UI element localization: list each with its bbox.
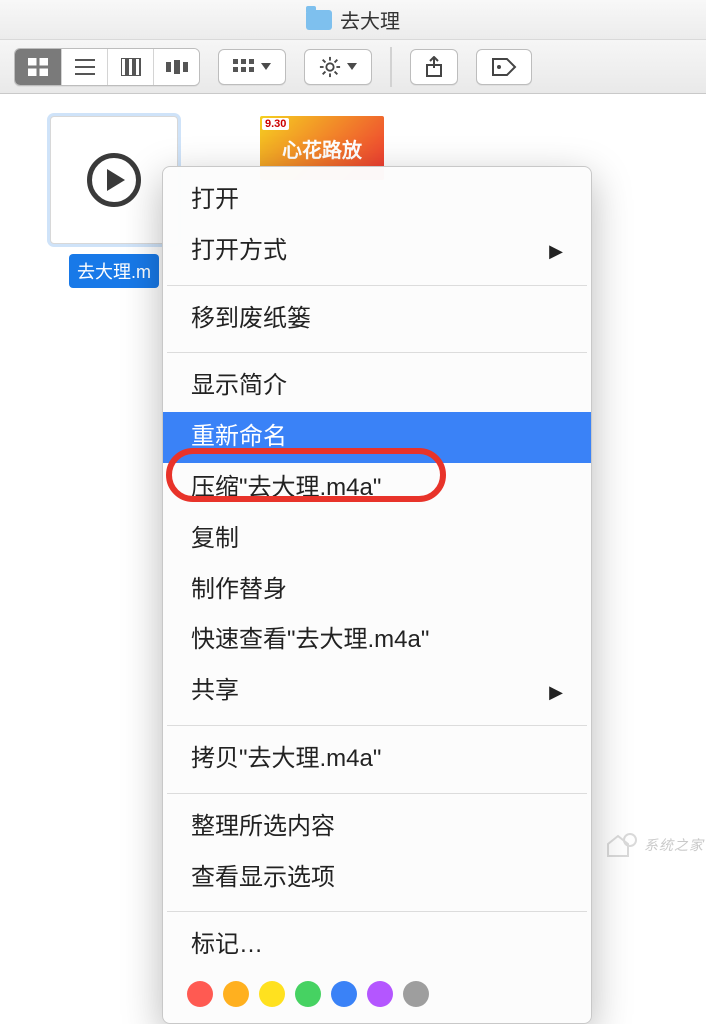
- watermark: 系统之家: [604, 830, 704, 860]
- toolbar-separator: [390, 47, 392, 87]
- menu-open-with[interactable]: 打开方式▶: [163, 226, 591, 277]
- file-thumbnail: [50, 116, 178, 244]
- window-title: 去大理: [340, 5, 400, 34]
- menu-duplicate[interactable]: 复制: [163, 514, 591, 565]
- menu-make-alias[interactable]: 制作替身: [163, 565, 591, 616]
- menu-tags[interactable]: 标记…: [163, 920, 591, 971]
- tags-button[interactable]: [476, 49, 532, 85]
- gear-icon: [319, 56, 341, 78]
- coverflow-view-button[interactable]: [153, 49, 199, 85]
- folder-icon: [306, 10, 332, 30]
- menu-divider: [167, 352, 587, 353]
- tag-dot-gray[interactable]: [403, 981, 429, 1007]
- file-name-label[interactable]: 去大理.m: [69, 254, 159, 288]
- tag-dot-yellow[interactable]: [259, 981, 285, 1007]
- menu-clean-up[interactable]: 整理所选内容: [163, 802, 591, 853]
- context-menu: 打开 打开方式▶ 移到废纸篓 显示简介 重新命名 压缩"去大理.m4a" 复制 …: [162, 166, 592, 1024]
- menu-open[interactable]: 打开: [163, 175, 591, 226]
- window-titlebar: 去大理: [0, 0, 706, 40]
- menu-divider: [167, 793, 587, 794]
- tag-color-row: [163, 971, 591, 1009]
- view-switcher: [14, 48, 200, 86]
- file-browser-content[interactable]: 去大理.m 9.30 心花路放 打开 打开方式▶ 移到废纸篓 显示简介 重新命名…: [0, 94, 706, 862]
- share-icon: [425, 56, 443, 78]
- menu-quick-look[interactable]: 快速查看"去大理.m4a": [163, 615, 591, 666]
- menu-divider: [167, 725, 587, 726]
- chevron-down-icon: [347, 63, 357, 70]
- chevron-down-icon: [261, 63, 271, 70]
- tag-dot-red[interactable]: [187, 981, 213, 1007]
- menu-view-options[interactable]: 查看显示选项: [163, 853, 591, 904]
- poster-badge: 9.30: [262, 118, 289, 130]
- column-view-button[interactable]: [107, 49, 153, 85]
- file-item-selected[interactable]: 去大理.m: [50, 116, 178, 293]
- menu-rename[interactable]: 重新命名: [163, 412, 591, 463]
- menu-trash[interactable]: 移到废纸篓: [163, 294, 591, 345]
- tag-dot-orange[interactable]: [223, 981, 249, 1007]
- play-icon: [87, 153, 141, 207]
- toolbar: [0, 40, 706, 94]
- tag-icon: [491, 57, 517, 77]
- action-button[interactable]: [304, 49, 372, 85]
- tag-dot-green[interactable]: [295, 981, 321, 1007]
- menu-copy[interactable]: 拷贝"去大理.m4a": [163, 734, 591, 785]
- arrange-button[interactable]: [218, 49, 286, 85]
- icon-view-button[interactable]: [15, 49, 61, 85]
- menu-divider: [167, 911, 587, 912]
- submenu-arrow-icon: ▶: [549, 238, 563, 264]
- list-view-button[interactable]: [61, 49, 107, 85]
- menu-divider: [167, 285, 587, 286]
- menu-compress[interactable]: 压缩"去大理.m4a": [163, 463, 591, 514]
- tag-dot-purple[interactable]: [367, 981, 393, 1007]
- tag-dot-blue[interactable]: [331, 981, 357, 1007]
- share-button[interactable]: [410, 49, 458, 85]
- submenu-arrow-icon: ▶: [549, 679, 563, 705]
- menu-get-info[interactable]: 显示简介: [163, 361, 591, 412]
- menu-share[interactable]: 共享▶: [163, 666, 591, 717]
